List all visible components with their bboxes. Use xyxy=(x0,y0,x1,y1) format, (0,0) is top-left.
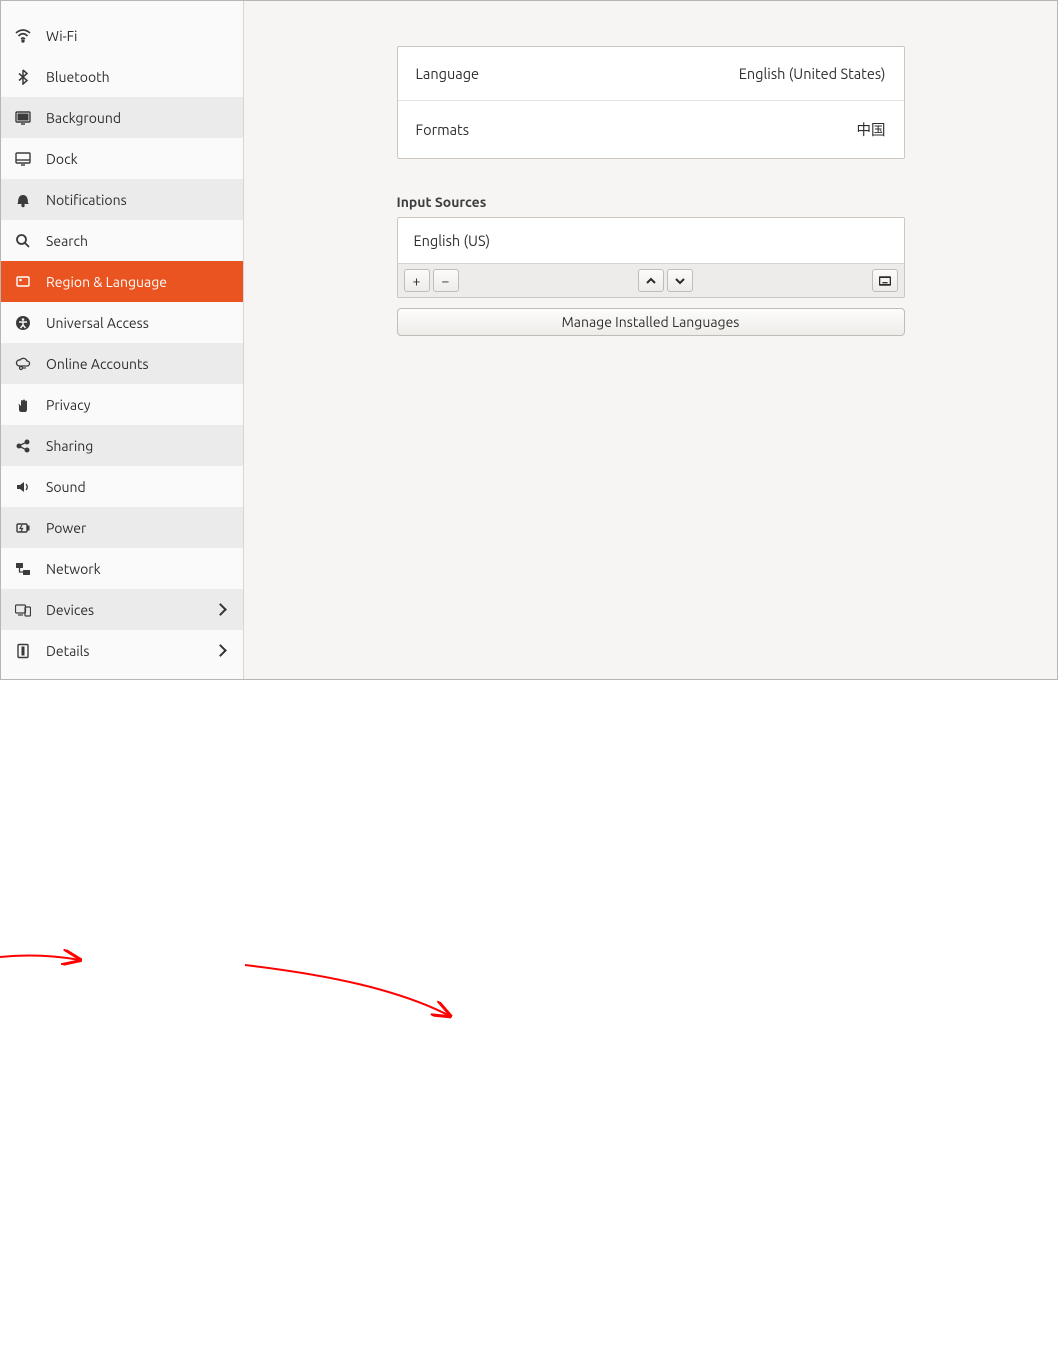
input-sources-panel: English (US) + − xyxy=(397,217,905,298)
cloud-key-icon xyxy=(15,356,31,372)
battery-icon xyxy=(15,520,31,536)
info-icon xyxy=(15,643,31,659)
hand-icon xyxy=(15,397,31,413)
sidebar-item-label: Notifications xyxy=(46,192,127,208)
content-area: Language English (United States) Formats… xyxy=(244,1,1057,679)
input-source-row[interactable]: English (US) xyxy=(398,218,904,263)
sidebar-item-sound[interactable]: Sound xyxy=(1,466,243,507)
language-row[interactable]: Language English (United States) xyxy=(398,47,904,100)
bluetooth-icon xyxy=(15,69,31,85)
sidebar-item-search[interactable]: Search xyxy=(1,220,243,261)
sidebar-item-label: Online Accounts xyxy=(46,356,149,372)
sidebar-item-network[interactable]: Network xyxy=(1,548,243,589)
sidebar-item-privacy[interactable]: Privacy xyxy=(1,384,243,425)
sidebar-item-dock[interactable]: Dock xyxy=(1,138,243,179)
sidebar-item-notifications[interactable]: Notifications xyxy=(1,179,243,220)
sidebar-item-label: Sound xyxy=(46,479,86,495)
sidebar-item-power[interactable]: Power xyxy=(1,507,243,548)
sidebar-item-devices[interactable]: Devices xyxy=(1,589,243,630)
sidebar-item-label: Wi-Fi xyxy=(46,28,77,44)
flag-icon xyxy=(15,274,31,290)
keyboard-layout-button[interactable] xyxy=(872,269,898,292)
sidebar-item-sharing[interactable]: Sharing xyxy=(1,425,243,466)
sidebar-item-label: Region & Language xyxy=(46,274,167,290)
sidebar: Wi-Fi Bluetooth Background Dock Notifica xyxy=(1,1,244,679)
language-formats-panel: Language English (United States) Formats… xyxy=(397,46,905,159)
sidebar-item-label: Search xyxy=(46,233,88,249)
input-sources-header: Input Sources xyxy=(397,194,905,210)
keyboard-icon xyxy=(879,275,891,287)
sidebar-item-universal-access[interactable]: Universal Access xyxy=(1,302,243,343)
move-down-button[interactable] xyxy=(667,269,693,292)
sidebar-item-label: Dock xyxy=(46,151,78,167)
sidebar-item-label: Power xyxy=(46,520,86,536)
chevron-up-icon xyxy=(645,275,657,287)
annotation-arrow-2 xyxy=(245,965,450,1016)
bell-icon xyxy=(15,192,31,208)
monitor-icon xyxy=(15,110,31,126)
annotation-overlay xyxy=(0,680,1058,1360)
settings-window: Wi-Fi Bluetooth Background Dock Notifica xyxy=(0,0,1058,680)
formats-row[interactable]: Formats 中国 xyxy=(398,100,904,158)
search-icon xyxy=(15,233,31,249)
input-source-toolbar: + − xyxy=(398,263,904,297)
sidebar-item-label: Devices xyxy=(46,602,94,618)
move-up-button[interactable] xyxy=(638,269,664,292)
chevron-down-icon xyxy=(674,275,686,287)
wifi-icon xyxy=(15,28,31,44)
remove-input-source-button[interactable]: − xyxy=(433,269,459,292)
input-source-label: English (US) xyxy=(414,232,491,249)
sidebar-item-bluetooth[interactable]: Bluetooth xyxy=(1,56,243,97)
sidebar-item-label: Background xyxy=(46,110,121,126)
plus-icon: + xyxy=(413,273,421,289)
sidebar-item-label: Sharing xyxy=(46,438,93,454)
sidebar-item-label: Universal Access xyxy=(46,315,149,331)
share-icon xyxy=(15,438,31,454)
sidebar-item-label: Network xyxy=(46,561,101,577)
sidebar-item-wifi[interactable]: Wi-Fi xyxy=(1,15,243,56)
add-input-source-button[interactable]: + xyxy=(404,269,430,292)
sidebar-item-label: Details xyxy=(46,643,89,659)
sidebar-item-label: Bluetooth xyxy=(46,69,110,85)
sidebar-item-label: Privacy xyxy=(46,397,90,413)
language-label: Language xyxy=(416,65,480,82)
sidebar-item-online-accounts[interactable]: Online Accounts xyxy=(1,343,243,384)
language-value: English (United States) xyxy=(739,65,886,82)
network-icon xyxy=(15,561,31,577)
annotation-arrow-1 xyxy=(0,956,80,960)
sidebar-item-details[interactable]: Details xyxy=(1,630,243,671)
manage-installed-languages-button[interactable]: Manage Installed Languages xyxy=(397,308,905,336)
minus-icon: − xyxy=(442,273,450,289)
speaker-icon xyxy=(15,479,31,495)
devices-icon xyxy=(15,602,31,618)
sidebar-item-region-language[interactable]: Region & Language xyxy=(1,261,243,302)
sidebar-item-background[interactable]: Background xyxy=(1,97,243,138)
formats-label: Formats xyxy=(416,121,470,138)
dock-icon xyxy=(15,151,31,167)
accessibility-icon xyxy=(15,315,31,331)
formats-value: 中国 xyxy=(857,119,886,140)
